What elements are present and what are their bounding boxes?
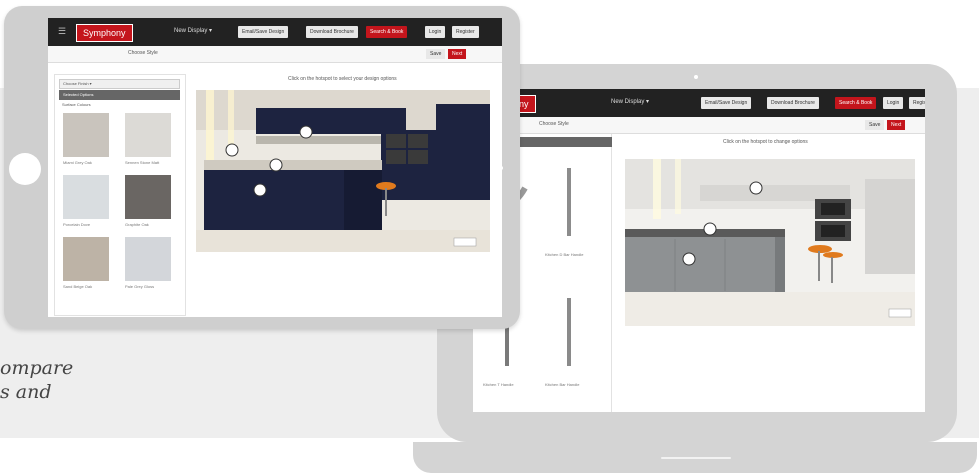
laptop-notch [661, 457, 731, 459]
app-topbar: Symphony New Display ▾ Email/Save Design… [473, 89, 925, 117]
tab-choose-style[interactable]: Choose Style [539, 121, 569, 127]
save-button[interactable]: Save [426, 49, 446, 59]
handle-caption: Kitchen Bar Handle [545, 382, 580, 387]
tagline-line-1: ompare [0, 357, 74, 379]
handle-caption: Kitchen D Bar Handle [545, 252, 584, 257]
finish-swatch-caption: Miami Grey Oak [63, 160, 92, 165]
finish-swatch[interactable] [125, 113, 171, 157]
handle-image[interactable] [545, 288, 595, 378]
brand-logo[interactable]: Symphony [76, 24, 133, 42]
finish-swatch-card[interactable]: Miami Grey Oak [59, 113, 115, 171]
download-brochure-button[interactable]: Download Brochure [306, 26, 358, 38]
app-subbar: Choose Style Save Next [48, 46, 502, 63]
login-button[interactable]: Login [883, 97, 904, 109]
finish-swatch[interactable] [63, 113, 109, 157]
handle-image[interactable] [545, 158, 595, 248]
instruction-text: Click on the hotspot to select your desi… [288, 76, 397, 82]
instruction-text: Click on the hotspot to change options [723, 139, 808, 145]
finish-swatch-caption: Sennen Stone Matt [125, 160, 160, 165]
laptop-screen: Symphony New Display ▾ Email/Save Design… [473, 89, 925, 412]
finish-swatch-card[interactable]: Sennen Stone Matt [121, 113, 177, 171]
finish-swatch-caption: Graphite Oak [125, 222, 149, 227]
finish-swatch[interactable] [125, 237, 171, 281]
kitchen-preview-laptop[interactable] [625, 159, 915, 326]
handle-option-card[interactable]: Kitchen Bar Handle [543, 284, 599, 404]
finish-panel: Choose Finish ▾ Selected Options Surface… [54, 74, 186, 316]
finish-swatch-caption: Pale Grey Gloss [125, 284, 155, 289]
finish-swatch-card[interactable]: Porcelain Dove [59, 175, 115, 233]
filter-finish[interactable]: Choose Finish ▾ [59, 79, 180, 89]
tab-choose-style[interactable]: Choose Style [128, 50, 158, 56]
handle-caption: Kitchen T Handle [483, 382, 514, 387]
filter-selected[interactable]: Selected Options [59, 90, 180, 100]
finish-swatch-card[interactable]: Pale Grey Gloss [121, 237, 177, 295]
download-brochure-button[interactable]: Download Brochure [767, 97, 819, 109]
app-topbar: ☰ Symphony New Display ▾ Email/Save Desi… [48, 18, 502, 46]
handle-shape [567, 168, 571, 236]
next-button[interactable]: Next [887, 120, 906, 130]
kitchen-preview-tablet[interactable] [196, 90, 490, 252]
save-button[interactable]: Save [865, 120, 885, 130]
next-button[interactable]: Next [448, 49, 467, 59]
display-menu[interactable]: New Display ▾ [611, 98, 649, 105]
search-book-button[interactable]: Search & Book [366, 26, 408, 38]
tablet-home-button [9, 153, 41, 185]
tagline: ompare s and [0, 356, 73, 404]
email-save-button[interactable]: Email/Save Design [701, 97, 752, 109]
finish-swatch-card[interactable]: Sand Beige Oak [59, 237, 115, 295]
finish-swatch[interactable] [63, 237, 109, 281]
tagline-line-2: s and [0, 381, 52, 403]
menu-icon[interactable]: ☰ [58, 27, 67, 36]
handle-shape [567, 298, 571, 366]
finish-swatch-card[interactable]: Graphite Oak [121, 175, 177, 233]
laptop-camera [694, 75, 698, 79]
handle-option-card[interactable]: Kitchen D Bar Handle [543, 154, 599, 274]
laptop-base [413, 442, 977, 473]
filter-surface: Surface Colours [59, 101, 122, 109]
finish-swatch[interactable] [63, 175, 109, 219]
app-subbar: Choose Style Save Next [473, 117, 925, 134]
search-book-button[interactable]: Search & Book [835, 97, 877, 109]
login-button[interactable]: Login [425, 26, 446, 38]
finish-swatch-caption: Sand Beige Oak [63, 284, 93, 289]
email-save-button[interactable]: Email/Save Design [238, 26, 289, 38]
tablet-device: ☰ Symphony New Display ▾ Email/Save Desi… [4, 6, 520, 329]
finish-swatch-caption: Porcelain Dove [63, 222, 91, 227]
display-menu[interactable]: New Display ▾ [174, 27, 212, 34]
tablet-screen: ☰ Symphony New Display ▾ Email/Save Desi… [48, 18, 502, 317]
register-button[interactable]: Register [452, 26, 479, 38]
register-button[interactable]: Register [909, 97, 925, 109]
finish-swatch[interactable] [125, 175, 171, 219]
